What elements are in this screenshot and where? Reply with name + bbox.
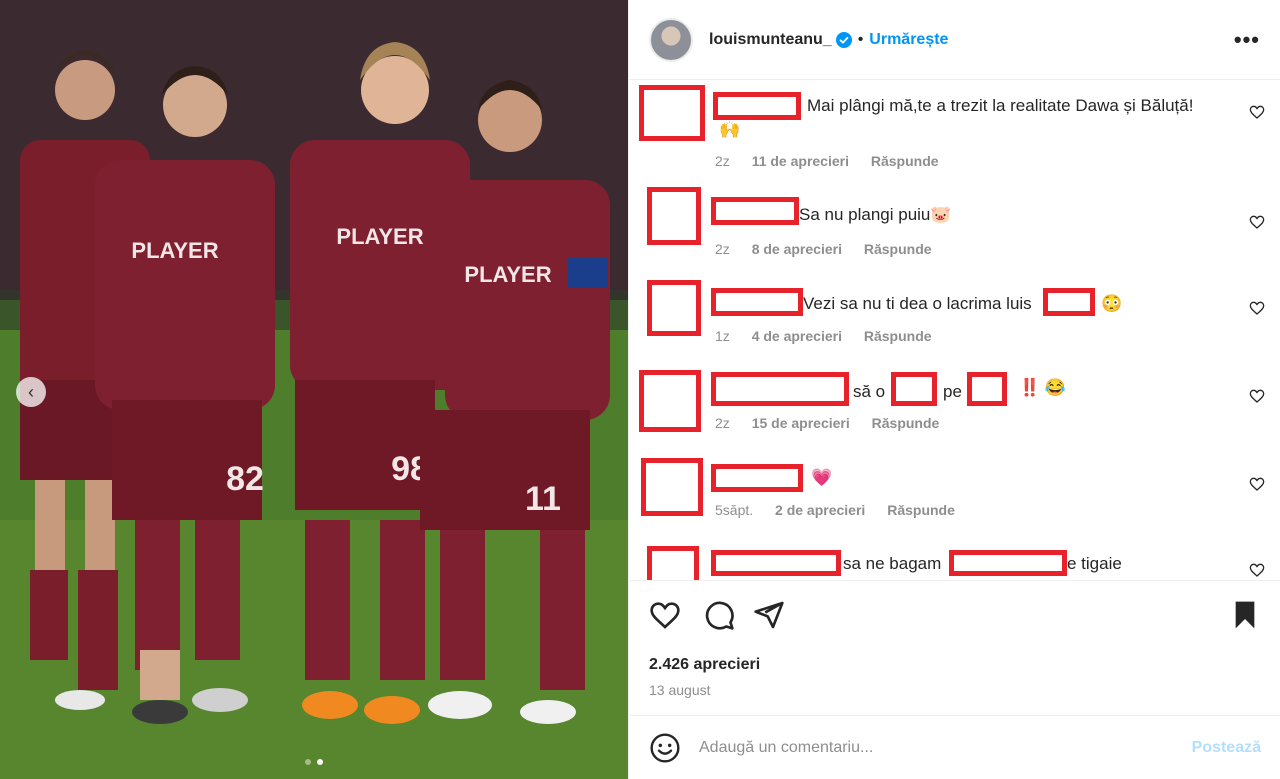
redacted-username xyxy=(711,464,803,492)
comment-meta: 5săpt. 2 de aprecieri Răspunde xyxy=(715,502,955,518)
team-photo-illustration: PLAYER 82 PLAYER 98 PLAYER 11 xyxy=(0,0,628,779)
comment-likes[interactable]: 8 de aprecieri xyxy=(752,241,842,257)
comment-time: 2z xyxy=(715,153,730,169)
comment-likes[interactable]: 15 de aprecieri xyxy=(752,415,850,431)
comment-likes[interactable]: 4 de aprecieri xyxy=(752,328,842,344)
comment-meta: 2z 11 de aprecieri Răspunde xyxy=(715,153,939,169)
comment-time: 2z xyxy=(715,415,730,431)
comment-likes[interactable]: 11 de aprecieri xyxy=(752,153,849,169)
redacted-avatar xyxy=(647,187,701,245)
add-comment-bar: Postează xyxy=(629,715,1280,779)
more-options-icon[interactable]: ••• xyxy=(1234,27,1260,53)
comment-emoji: ‼️ 😂 xyxy=(1019,378,1067,397)
reply-button[interactable]: Răspunde xyxy=(887,502,955,518)
redacted-username xyxy=(713,92,801,120)
comment-text: sa ne bagam xyxy=(843,554,942,573)
comment-item: sa ne bagam e tigaie xyxy=(629,544,1280,580)
like-comment-heart-icon[interactable] xyxy=(1249,562,1265,578)
comment-meta-row: 1z 4 de aprecieri Răspunde xyxy=(629,278,1280,358)
carousel-dot-active xyxy=(317,759,323,765)
redacted-word xyxy=(967,372,1007,406)
comment-text: e tigaie xyxy=(1067,554,1122,573)
like-comment-heart-icon[interactable] xyxy=(1249,476,1265,492)
reply-button[interactable]: Răspunde xyxy=(864,241,932,257)
comment-item: Sa nu plangi puiu🐷 2z 8 de aprecieri Răs… xyxy=(629,187,1280,267)
comment-emoji: 💗 xyxy=(811,468,833,487)
follow-button[interactable]: Urmărește xyxy=(869,31,948,49)
like-heart-icon[interactable] xyxy=(649,599,681,631)
comment-item: 💗 5săpt. 2 de aprecieri Răspunde xyxy=(629,458,1280,538)
comment-item: să o pe ‼️ 😂 2z 15 de aprecieri Răspunde xyxy=(629,368,1280,448)
comment-meta: 2z 8 de aprecieri Răspunde xyxy=(715,241,932,257)
svg-text:PLAYER: PLAYER xyxy=(336,224,423,249)
svg-text:11: 11 xyxy=(525,480,561,518)
svg-text:PLAYER: PLAYER xyxy=(131,238,218,263)
reply-button[interactable]: Răspunde xyxy=(871,153,939,169)
comment-item: Mai plângi mă,te a trezit la realitate D… xyxy=(629,80,1280,180)
share-send-icon[interactable] xyxy=(753,599,785,631)
post-comment-button[interactable]: Postează xyxy=(1192,739,1261,757)
comment-bubble-icon[interactable] xyxy=(703,599,735,631)
comment-meta: 1z 4 de aprecieri Răspunde xyxy=(715,328,932,344)
like-comment-heart-icon[interactable] xyxy=(1249,214,1265,230)
comment-text: să o xyxy=(853,382,886,401)
reply-button[interactable]: Răspunde xyxy=(872,415,940,431)
verified-badge-icon xyxy=(835,31,852,48)
redacted-username xyxy=(711,372,849,406)
comment-emoji: 🙌 xyxy=(719,120,741,139)
carousel-indicator xyxy=(0,759,628,765)
post-side-panel: louismunteanu_ • Urmărește ••• Mai plâng… xyxy=(628,0,1280,779)
like-comment-heart-icon[interactable] xyxy=(1249,300,1265,316)
comment-text: pe xyxy=(943,382,962,401)
bookmark-saved-icon[interactable] xyxy=(1229,599,1261,631)
comment-text: Sa nu plangi puiu🐷 xyxy=(799,205,952,224)
author-avatar[interactable] xyxy=(649,17,693,62)
comment-time: 2z xyxy=(715,241,730,257)
redacted-username xyxy=(711,550,841,576)
like-comment-heart-icon[interactable] xyxy=(1249,104,1265,120)
post-photo: PLAYER 82 PLAYER 98 PLAYER 11 ‹ xyxy=(0,0,628,779)
emoji-picker-icon[interactable] xyxy=(649,732,681,764)
carousel-dot xyxy=(305,759,311,765)
comment-time: 5săpt. xyxy=(715,502,754,518)
comment-likes[interactable]: 2 de aprecieri xyxy=(775,502,865,518)
comments-list: Mai plângi mă,te a trezit la realitate D… xyxy=(629,80,1280,580)
comment-input[interactable] xyxy=(699,738,1192,757)
post-actions: 2.426 aprecieri 13 august xyxy=(629,580,1280,715)
redacted-word xyxy=(891,372,937,406)
svg-text:PLAYER: PLAYER xyxy=(464,262,551,287)
redacted-avatar xyxy=(639,85,705,141)
redacted-avatar xyxy=(639,370,701,432)
like-comment-heart-icon[interactable] xyxy=(1249,388,1265,404)
author-username[interactable]: louismunteanu_ xyxy=(709,31,832,49)
redacted-username xyxy=(711,197,799,225)
post-date: 13 august xyxy=(649,682,711,698)
post-header: louismunteanu_ • Urmărește ••• xyxy=(629,0,1280,80)
comment-time: 1z xyxy=(715,328,730,344)
likes-count[interactable]: 2.426 aprecieri xyxy=(649,656,760,674)
redacted-word xyxy=(949,550,1067,576)
redacted-avatar xyxy=(641,458,703,516)
comment-text: Mai plângi mă,te a trezit la realitate D… xyxy=(807,96,1194,115)
reply-button[interactable]: Răspunde xyxy=(864,328,932,344)
carousel-prev-button[interactable]: ‹ xyxy=(16,377,46,407)
header-separator: • xyxy=(857,30,864,48)
comment-meta: 2z 15 de aprecieri Răspunde xyxy=(715,415,939,431)
redacted-avatar xyxy=(647,546,699,580)
svg-text:82: 82 xyxy=(226,460,264,498)
